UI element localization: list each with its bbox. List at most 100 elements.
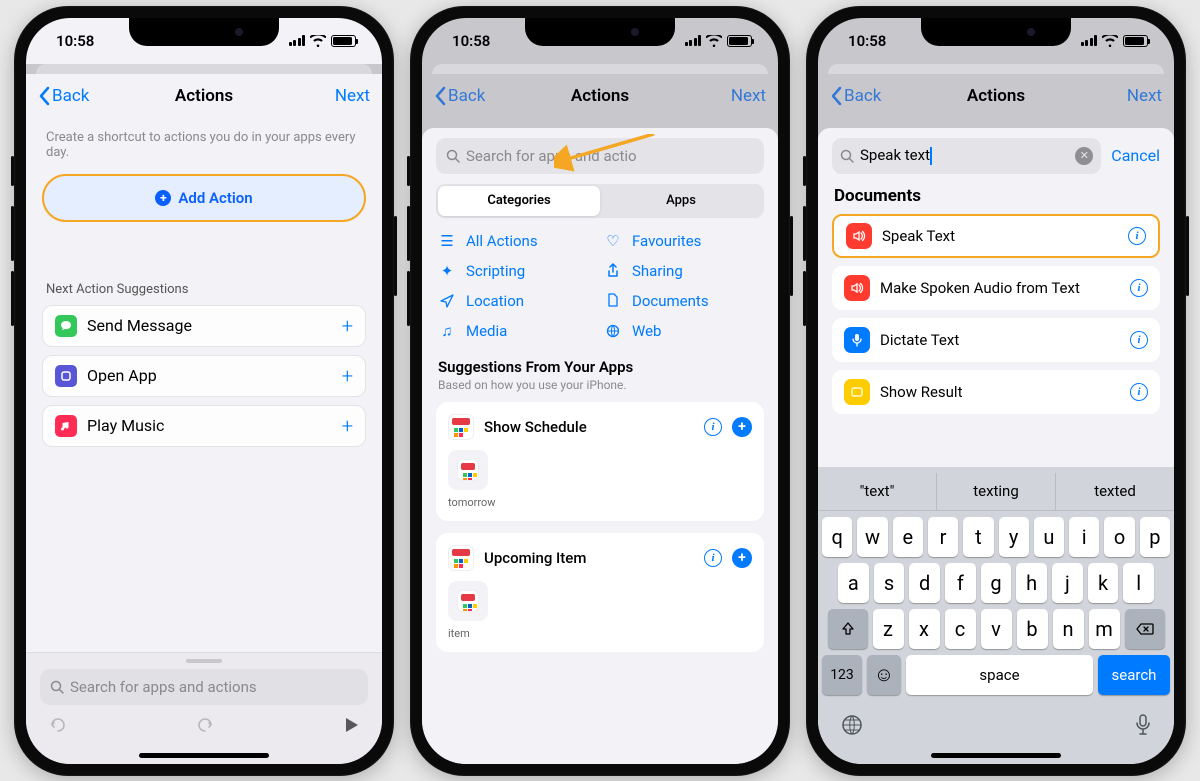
key-j[interactable]: j: [1052, 563, 1083, 603]
param-chip[interactable]: [448, 450, 488, 490]
next-button[interactable]: Next: [335, 86, 370, 106]
plus-circle-icon: +: [155, 190, 171, 206]
suggestion-play-music[interactable]: Play Music +: [42, 405, 366, 447]
key-g[interactable]: g: [981, 563, 1012, 603]
card-title: Upcoming Item: [484, 549, 586, 567]
key-k[interactable]: k: [1088, 563, 1119, 603]
info-icon[interactable]: i: [1130, 279, 1148, 297]
space-key[interactable]: space: [906, 655, 1093, 695]
redo-button[interactable]: [195, 715, 215, 739]
suggestion-send-message[interactable]: Send Message +: [42, 305, 366, 347]
cat-favourites[interactable]: ♡Favourites: [604, 232, 762, 250]
result-speak-text[interactable]: Speak Text i: [832, 214, 1160, 258]
keyboard[interactable]: "text" texting texted q w e r t y u i o …: [818, 467, 1174, 764]
key-e[interactable]: e: [893, 517, 923, 557]
result-make-spoken-audio[interactable]: Make Spoken Audio from Text i: [832, 266, 1160, 310]
info-icon[interactable]: i: [1130, 331, 1148, 349]
key-r[interactable]: r: [928, 517, 958, 557]
param-chip[interactable]: [448, 581, 488, 621]
key-l[interactable]: l: [1123, 563, 1154, 603]
key-c[interactable]: c: [945, 609, 976, 649]
seg-apps[interactable]: Apps: [600, 186, 762, 216]
cat-all-actions[interactable]: ☰All Actions: [438, 232, 596, 250]
key-q[interactable]: q: [822, 517, 852, 557]
numbers-key[interactable]: 123: [822, 655, 862, 695]
suggestion-card[interactable]: Upcoming Item i+ item: [436, 533, 764, 652]
next-button[interactable]: Next: [731, 86, 766, 106]
back-label: Back: [448, 86, 485, 106]
result-label: Show Result: [880, 383, 962, 401]
grabber[interactable]: [186, 659, 222, 663]
next-button[interactable]: Next: [1127, 86, 1162, 106]
cat-location[interactable]: Location: [438, 292, 596, 310]
add-action-button[interactable]: + Add Action: [42, 174, 366, 222]
cat-web[interactable]: Web: [604, 322, 762, 340]
result-show-result[interactable]: Show Result i: [832, 370, 1160, 414]
key-a[interactable]: a: [838, 563, 869, 603]
cat-media[interactable]: ♫Media: [438, 322, 596, 340]
key-x[interactable]: x: [909, 609, 940, 649]
info-icon[interactable]: i: [704, 418, 722, 436]
back-button[interactable]: Back: [830, 86, 881, 106]
key-d[interactable]: d: [909, 563, 940, 603]
fantastical-icon: [457, 459, 479, 481]
cat-scripting[interactable]: ✦Scripting: [438, 262, 596, 280]
dictation-key[interactable]: [1134, 713, 1152, 743]
key-z[interactable]: z: [873, 609, 904, 649]
key-f[interactable]: f: [945, 563, 976, 603]
hint-text: Create a shortcut to actions you do in y…: [42, 118, 366, 174]
suggestion-card[interactable]: Show Schedule i+ tomorrow: [436, 402, 764, 521]
add-icon[interactable]: +: [342, 314, 353, 338]
globe-key[interactable]: [840, 713, 864, 743]
cat-documents[interactable]: Documents: [604, 292, 762, 310]
add-icon[interactable]: +: [342, 414, 353, 438]
key-w[interactable]: w: [857, 517, 887, 557]
back-button[interactable]: Back: [38, 86, 89, 106]
info-icon[interactable]: i: [704, 549, 722, 567]
backspace-key[interactable]: [1125, 609, 1165, 649]
battery-icon: [727, 35, 752, 47]
info-icon[interactable]: i: [1128, 227, 1146, 245]
key-m[interactable]: m: [1089, 609, 1120, 649]
emoji-key[interactable]: ☺: [867, 655, 901, 695]
search-field[interactable]: Search for apps and actions: [40, 669, 368, 705]
search-input[interactable]: Speak text ✕: [832, 138, 1101, 174]
search-field[interactable]: Search for apps and actio: [436, 138, 764, 174]
home-indicator[interactable]: [931, 753, 1061, 758]
key-v[interactable]: v: [981, 609, 1012, 649]
key-y[interactable]: y: [999, 517, 1029, 557]
prediction[interactable]: texted: [1056, 473, 1174, 510]
key-p[interactable]: p: [1140, 517, 1170, 557]
undo-button[interactable]: [48, 715, 68, 739]
search-query: Speak text: [860, 146, 930, 164]
location-icon: [438, 294, 456, 308]
key-s[interactable]: s: [874, 563, 905, 603]
key-i[interactable]: i: [1069, 517, 1099, 557]
results-section-title: Documents: [832, 186, 1160, 214]
info-icon[interactable]: i: [1130, 383, 1148, 401]
result-dictate-text[interactable]: Dictate Text i: [832, 318, 1160, 362]
key-n[interactable]: n: [1053, 609, 1084, 649]
add-icon[interactable]: +: [732, 417, 752, 437]
add-icon[interactable]: +: [342, 364, 353, 388]
nav-bar: Back Actions Next: [422, 74, 778, 118]
key-o[interactable]: o: [1104, 517, 1134, 557]
suggestion-open-app[interactable]: Open App +: [42, 355, 366, 397]
prediction[interactable]: "text": [818, 473, 937, 510]
clear-icon[interactable]: ✕: [1075, 147, 1093, 165]
play-button[interactable]: [342, 716, 360, 738]
key-b[interactable]: b: [1017, 609, 1048, 649]
search-key[interactable]: search: [1098, 655, 1170, 695]
cancel-button[interactable]: Cancel: [1111, 146, 1160, 165]
prediction[interactable]: texting: [937, 473, 1056, 510]
key-h[interactable]: h: [1016, 563, 1047, 603]
home-indicator[interactable]: [139, 753, 269, 758]
add-icon[interactable]: +: [732, 548, 752, 568]
key-u[interactable]: u: [1034, 517, 1064, 557]
segmented-control[interactable]: Categories Apps: [436, 184, 764, 218]
cat-sharing[interactable]: Sharing: [604, 262, 762, 280]
key-t[interactable]: t: [963, 517, 993, 557]
back-button[interactable]: Back: [434, 86, 485, 106]
shift-key[interactable]: [828, 609, 868, 649]
seg-categories[interactable]: Categories: [438, 186, 600, 216]
